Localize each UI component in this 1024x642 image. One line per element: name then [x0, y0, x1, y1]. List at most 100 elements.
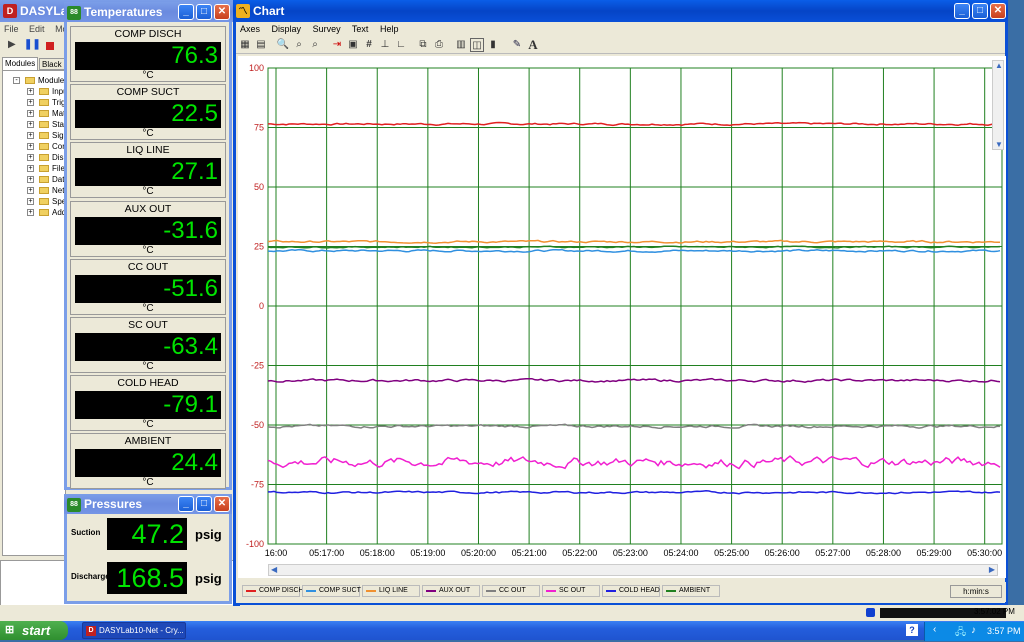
expand-icon[interactable]: +	[27, 154, 34, 161]
minimize-button[interactable]: _	[954, 3, 970, 19]
minimize-button[interactable]: _	[178, 4, 194, 20]
menu-edit[interactable]: Edit	[29, 24, 45, 34]
x-axis-icon[interactable]: ⊥	[378, 38, 392, 52]
menu-text[interactable]: Text	[352, 24, 369, 34]
tree-root[interactable]: - Modules	[3, 75, 65, 86]
legend-item[interactable]: LIQ LINE	[362, 585, 420, 597]
temperature-meter: AMBIENT 24.4 °C	[70, 433, 226, 490]
stop-icon[interactable]	[46, 42, 54, 50]
scroll-up-icon[interactable]: ▲	[995, 61, 1003, 70]
chart-view-icon[interactable]: ◫	[470, 38, 484, 52]
zoom-out-icon[interactable]: ⌕	[308, 38, 322, 52]
tree-item[interactable]: +Cont	[3, 141, 65, 152]
expand-icon[interactable]: +	[27, 143, 34, 150]
temperature-meter: COMP DISCH 76.3 °C	[70, 26, 226, 82]
legend-item[interactable]: COMP SUCT	[302, 585, 361, 597]
legend-item[interactable]: AUX OUT	[422, 585, 480, 597]
close-button[interactable]: ✕	[214, 4, 230, 20]
menu-help[interactable]: Help	[380, 24, 399, 34]
maximize-button[interactable]: □	[196, 4, 212, 20]
minimize-button[interactable]: _	[178, 496, 194, 512]
copy-icon[interactable]: ⧉	[416, 38, 430, 52]
scroll-left-icon[interactable]: ◀	[271, 565, 277, 574]
scroll-down-icon[interactable]: ▼	[995, 140, 1003, 149]
close-button[interactable]: ✕	[990, 3, 1006, 19]
legend-swatch	[306, 590, 316, 592]
folder-icon	[39, 99, 49, 106]
expand-icon[interactable]: +	[27, 209, 34, 216]
legend-swatch	[606, 590, 616, 592]
x-tick-label: 05:24:00	[663, 548, 698, 558]
x-tick-label: 05:18:00	[360, 548, 395, 558]
scroll-right-icon[interactable]: ▶	[989, 565, 995, 574]
expand-icon[interactable]: +	[27, 121, 34, 128]
legend-item[interactable]: AMBIENT	[662, 585, 720, 597]
menu-display[interactable]: Display	[272, 24, 302, 34]
expand-icon[interactable]: +	[27, 198, 34, 205]
legend-item[interactable]: COMP DISCH	[242, 585, 304, 597]
tree-item[interactable]: +Netv	[3, 185, 65, 196]
tree-item[interactable]: +Data	[3, 174, 65, 185]
expand-icon[interactable]: +	[27, 132, 34, 139]
discharge-label: Discharge	[71, 572, 110, 581]
expand-icon[interactable]: +	[27, 176, 34, 183]
legend-item[interactable]: COLD HEAD	[602, 585, 660, 597]
pause-icon[interactable]: ❚❚	[24, 39, 41, 50]
legend-item[interactable]: CC OUT	[482, 585, 540, 597]
close-button[interactable]: ✕	[214, 496, 230, 512]
tree-item[interactable]: + Stat	[3, 119, 65, 130]
vertical-scrollbar[interactable]: ▲ ▼	[992, 60, 1004, 150]
network-icon[interactable]: 🖧	[955, 625, 966, 642]
y-tick-label: -50	[251, 420, 264, 430]
tree-item[interactable]: +Trigg	[3, 97, 65, 108]
zoom-in-icon[interactable]: 🔍	[276, 38, 290, 52]
expand-tray-icon[interactable]: ‹	[933, 624, 936, 635]
x-tick-label: 05:20:00	[461, 548, 496, 558]
cursor-icon[interactable]: ⇥	[330, 38, 344, 52]
tree-item[interactable]: +Inpu	[3, 86, 65, 97]
display-mode-icon[interactable]: ▦	[238, 38, 252, 52]
tab-modules[interactable]: Modules	[2, 57, 38, 70]
temperatures-titlebar[interactable]: 88 Temperatures _ □ ✕	[64, 2, 232, 22]
meter-value: -63.4	[75, 333, 221, 361]
maximize-button[interactable]: □	[196, 496, 212, 512]
tree-item[interactable]: +Add-	[3, 207, 65, 218]
pressures-titlebar[interactable]: 88 Pressures _ □ ✕	[64, 494, 232, 514]
scale-icon[interactable]: ▤	[254, 38, 268, 52]
save-icon[interactable]: ▣	[346, 38, 360, 52]
help-icon[interactable]: ?	[906, 624, 918, 636]
play-icon[interactable]: ▶	[8, 39, 16, 50]
tree-item[interactable]: +Disp	[3, 152, 65, 163]
color-brush-icon[interactable]: ✎	[510, 38, 524, 52]
tree-item[interactable]: +Files	[3, 163, 65, 174]
tree-item[interactable]: +Math	[3, 108, 65, 119]
menu-file[interactable]: File	[4, 24, 19, 34]
suction-unit: psig	[195, 527, 222, 542]
expand-icon[interactable]: +	[27, 99, 34, 106]
font-icon[interactable]: A	[526, 38, 540, 52]
legend-item[interactable]: SC OUT	[542, 585, 600, 597]
menu-survey[interactable]: Survey	[313, 24, 341, 34]
temperature-meter: COMP SUCT 22.5 °C	[70, 84, 226, 141]
start-button[interactable]: ⊞ start	[0, 621, 68, 640]
expand-icon[interactable]: +	[27, 187, 34, 194]
expand-icon[interactable]: +	[27, 88, 34, 95]
y-tick-label: 100	[249, 63, 264, 73]
grid-icon[interactable]: #	[362, 38, 376, 52]
expand-icon[interactable]: +	[27, 110, 34, 117]
expand-icon[interactable]: +	[27, 165, 34, 172]
bar-view-icon[interactable]: ▮	[486, 38, 500, 52]
print-icon[interactable]: ⎙	[432, 38, 446, 52]
tree-item[interactable]: +Spec	[3, 196, 65, 207]
maximize-button[interactable]: □	[972, 3, 988, 19]
taskbar-task-dasylab[interactable]: D DASYLab10-Net - Cry...	[82, 622, 186, 639]
horizontal-scrollbar[interactable]: ◀ ▶	[268, 564, 998, 576]
tree-item[interactable]: +Sign	[3, 130, 65, 141]
layout-icon[interactable]: ▥	[454, 38, 468, 52]
volume-icon[interactable]: ♪	[971, 625, 976, 636]
chart-titlebar[interactable]: 〽 Chart _ □ ✕	[233, 0, 1008, 22]
zoom-icon[interactable]: ⌕	[292, 38, 306, 52]
collapse-icon[interactable]: -	[13, 77, 20, 84]
menu-axes[interactable]: Axes	[240, 24, 260, 34]
y-axis-icon[interactable]: ∟	[394, 38, 408, 52]
